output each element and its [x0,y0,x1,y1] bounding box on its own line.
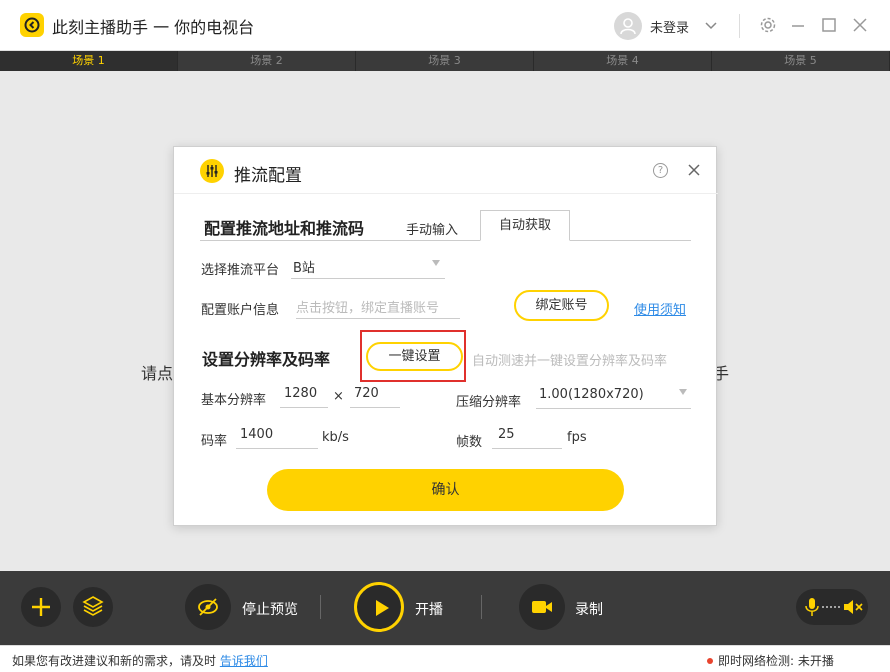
speaker-muted-icon[interactable] [843,598,863,616]
dialog-divider [174,193,718,194]
add-source-button[interactable] [21,587,61,627]
feedback-message: 如果您有改进建议和新的需求，请及时 [12,654,217,668]
stream-address-section-title: 配置推流地址和推流码 [204,219,365,238]
video-camera-icon [532,601,552,613]
compress-resolution-label: 压缩分辨率 [456,395,522,410]
base-resolution-label: 基本分辨率 [201,393,267,408]
maximize-icon[interactable] [821,16,837,34]
control-divider [320,595,321,619]
account-placeholder: 点击按钮，绑定直播账号 [296,301,440,316]
bitrate-input[interactable]: 1400 [236,427,318,449]
one-click-hint: 自动测速并一键设置分辨率及码率 [472,354,668,369]
bitrate-label: 码率 [201,434,228,449]
start-live-button[interactable] [354,582,404,632]
tab-auto-fetch[interactable]: 自动获取 [480,210,570,241]
feedback-link[interactable]: 告诉我们 [220,654,268,668]
feedback-text: 如果您有改进建议和新的需求，请及时 告诉我们 [12,652,268,669]
platform-label: 选择推流平台 [201,263,280,278]
network-status-dot [707,658,713,664]
audio-level-dots [822,606,840,608]
record-button[interactable] [519,584,565,630]
title-bar: 此刻主播助手 一 你的电视台 未登录 [0,0,890,51]
app-logo-icon [20,13,44,37]
highlight-box [360,330,466,382]
eye-off-icon [198,598,218,616]
stage-hint-left: 请点 [141,364,174,383]
play-icon [376,600,389,616]
avatar[interactable] [614,12,642,40]
control-bar: 停止预览 开播 录制 [0,571,890,645]
tab-row-line [200,240,691,241]
microphone-icon[interactable] [805,597,819,617]
platform-value: B站 [293,261,315,276]
layers-icon [82,596,104,616]
layers-button[interactable] [73,587,113,627]
platform-dropdown-icon[interactable] [432,260,440,266]
compress-dropdown-icon[interactable] [679,389,687,395]
dialog-title: 推流配置 [234,166,302,186]
fps-unit: fps [567,430,587,445]
platform-select[interactable]: B站 [291,257,445,279]
plus-icon [32,598,50,616]
titlebar-divider [739,14,740,38]
minimize-icon[interactable] [790,16,806,34]
chevron-down-icon[interactable] [704,16,718,34]
base-height-input[interactable]: 720 [350,386,400,408]
close-icon[interactable] [852,16,868,34]
scene-tab-4[interactable]: 场景 4 [534,51,712,71]
app-title: 此刻主播助手 一 你的电视台 [52,18,255,37]
base-width-input[interactable]: 1280 [280,386,328,408]
stop-preview-label: 停止预览 [242,602,298,618]
record-label: 录制 [575,602,603,618]
control-divider [481,595,482,619]
stream-config-dialog: 推流配置 ? 配置推流地址和推流码 手动输入 自动获取 选择推流平台 B站 配置… [173,146,718,526]
compress-resolution-value: 1.00(1280x720) [539,387,644,402]
sliders-icon [200,159,224,183]
times-sign: × [333,389,344,404]
scene-tabs: 场景 1 场景 2 场景 3 场景 4 场景 5 [0,51,890,71]
fps-input[interactable]: 25 [492,427,562,449]
dialog-close-icon[interactable] [687,163,701,177]
resolution-section-title: 设置分辨率及码率 [202,350,331,369]
network-status-text: 即时网络检测: 未开播 [718,654,834,668]
bitrate-unit: kb/s [322,430,349,445]
login-status[interactable]: 未登录 [650,17,689,36]
account-label: 配置账户信息 [201,303,280,318]
start-live-label: 开播 [415,602,443,618]
scene-tab-5[interactable]: 场景 5 [712,51,890,71]
scene-tab-3[interactable]: 场景 3 [356,51,534,71]
status-bar: 如果您有改进建议和新的需求，请及时 告诉我们 即时网络检测: 未开播 [0,645,890,672]
tab-manual-input[interactable]: 手动输入 [406,219,458,238]
stop-preview-button[interactable] [185,584,231,630]
scene-tab-1[interactable]: 场景 1 [0,51,178,71]
fps-label: 帧数 [456,435,483,450]
help-icon[interactable]: ? [653,163,668,178]
scene-tab-2[interactable]: 场景 2 [178,51,356,71]
account-field[interactable]: 点击按钮，绑定直播账号 [296,297,460,319]
audio-controls [796,589,868,625]
bind-account-button[interactable]: 绑定账号 [514,290,609,321]
compress-resolution-select[interactable]: 1.00(1280x720) [536,387,691,409]
usage-notes-link[interactable]: 使用须知 [634,299,686,318]
confirm-button[interactable]: 确认 [267,469,624,511]
gear-icon[interactable] [759,16,777,34]
